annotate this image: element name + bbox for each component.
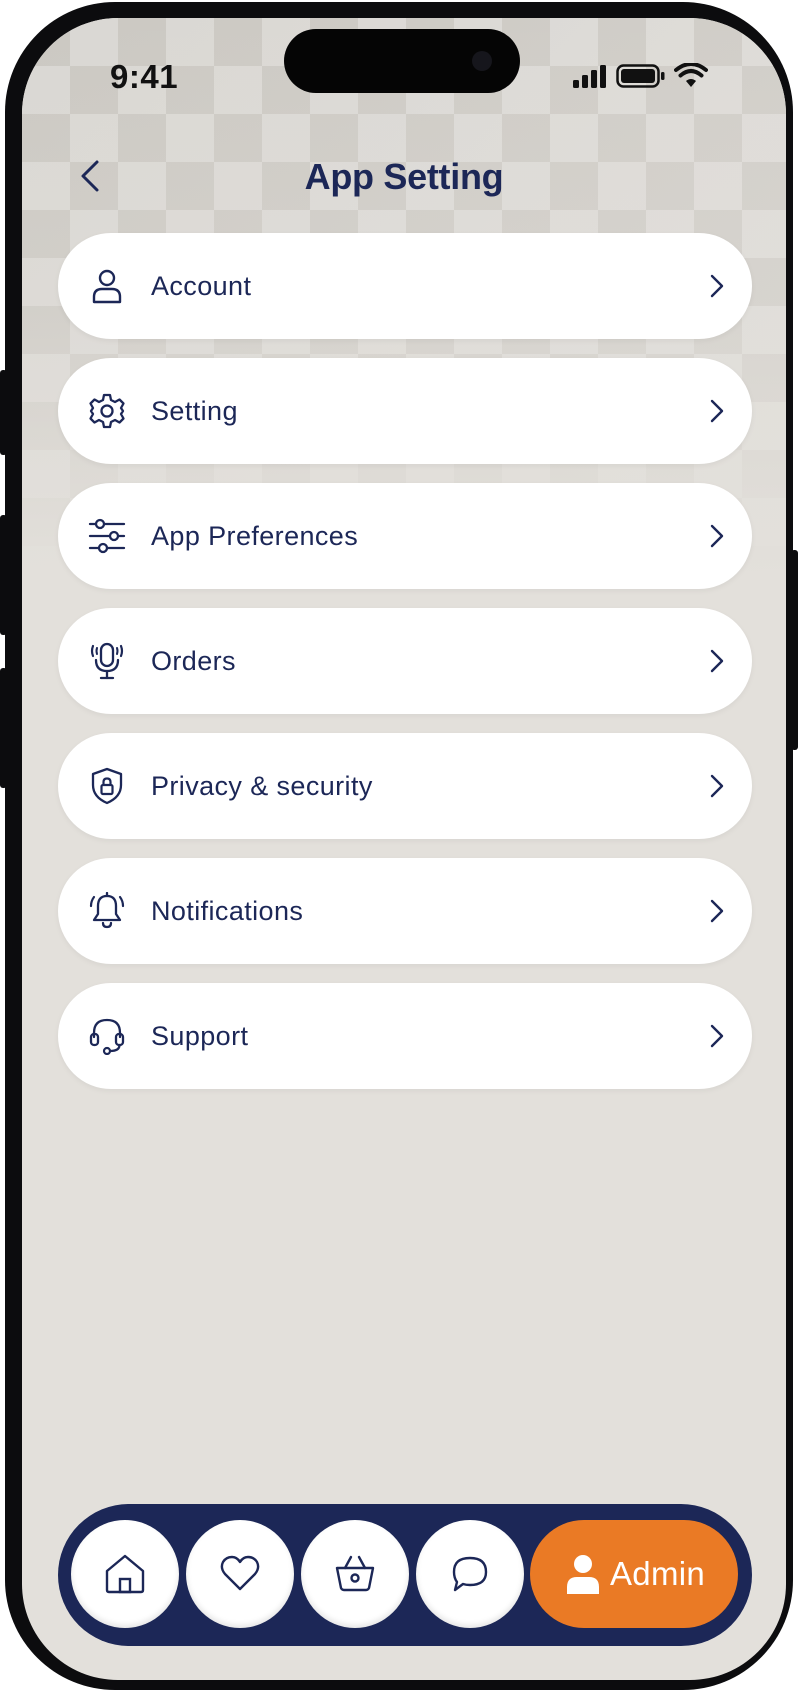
- menu-item-label: App Preferences: [151, 520, 359, 551]
- tab-admin-label: Admin: [610, 1555, 706, 1592]
- menu-item-notifications[interactable]: Notifications: [58, 858, 752, 964]
- menu-item-privacy-security[interactable]: Privacy & security: [58, 733, 752, 839]
- basket-icon: [335, 1555, 375, 1592]
- phone-frame: 9:41 App Setting Account Setting App Pre…: [5, 2, 793, 1690]
- tab-favorites[interactable]: [186, 1520, 294, 1628]
- chevron-right-icon: [710, 524, 724, 548]
- cellular-signal-icon: [573, 65, 606, 88]
- chevron-right-icon: [710, 1024, 724, 1048]
- heart-icon: [220, 1555, 260, 1591]
- screen: 9:41 App Setting Account Setting App Pre…: [22, 18, 786, 1680]
- tab-chat[interactable]: [416, 1520, 524, 1628]
- side-button: [791, 550, 798, 750]
- bottom-tab-bar: Admin: [58, 1504, 752, 1646]
- side-button: [0, 515, 7, 635]
- battery-icon: [616, 64, 665, 88]
- microphone-icon: [90, 642, 124, 680]
- tab-home[interactable]: [71, 1520, 179, 1628]
- chevron-right-icon: [710, 274, 724, 298]
- user-icon: [92, 269, 122, 304]
- menu-item-orders[interactable]: Orders: [58, 608, 752, 714]
- menu-item-app-preferences[interactable]: App Preferences: [58, 483, 752, 589]
- status-time: 9:41: [110, 58, 179, 95]
- chevron-right-icon: [710, 399, 724, 423]
- menu-item-label: Account: [151, 270, 252, 301]
- page-title: App Setting: [304, 156, 504, 197]
- menu-item-label: Orders: [151, 645, 236, 676]
- side-button: [0, 370, 7, 455]
- menu-item-label: Support: [151, 1020, 249, 1051]
- side-button: [0, 668, 7, 788]
- person-icon: [567, 1555, 599, 1594]
- home-icon: [105, 1554, 145, 1594]
- menu-item-setting[interactable]: Setting: [58, 358, 752, 464]
- sliders-icon: [88, 518, 126, 554]
- status-icons: [572, 62, 708, 90]
- tab-cart[interactable]: [301, 1520, 409, 1628]
- gear-icon: [89, 393, 125, 429]
- chevron-right-icon: [710, 774, 724, 798]
- menu-item-label: Notifications: [151, 895, 304, 926]
- chevron-right-icon: [710, 649, 724, 673]
- camera-icon: [472, 51, 492, 71]
- menu-item-support[interactable]: Support: [58, 983, 752, 1089]
- tab-admin[interactable]: Admin: [530, 1520, 738, 1628]
- headset-icon: [89, 1018, 125, 1055]
- bell-icon: [89, 892, 125, 929]
- settings-menu: Account Setting App Preferences Orders P…: [58, 233, 752, 1108]
- menu-item-label: Privacy & security: [151, 770, 373, 801]
- chat-icon: [452, 1556, 488, 1592]
- dynamic-island: [284, 29, 520, 93]
- chevron-right-icon: [710, 899, 724, 923]
- menu-item-account[interactable]: Account: [58, 233, 752, 339]
- wifi-icon: [674, 63, 708, 87]
- menu-item-label: Setting: [151, 395, 238, 426]
- shield-lock-icon: [91, 767, 123, 805]
